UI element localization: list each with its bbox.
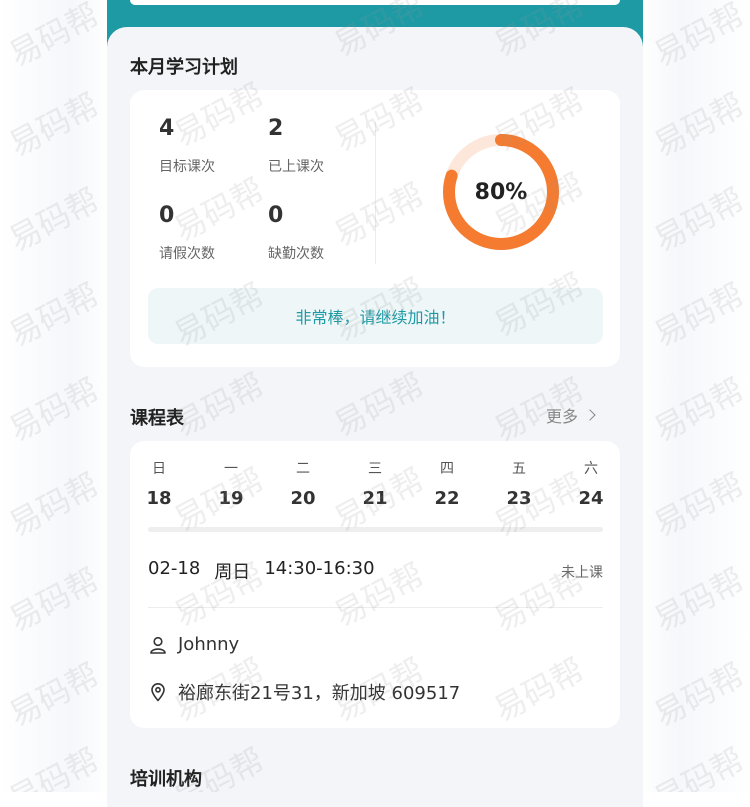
schedule-more-label: 更多 xyxy=(546,407,579,426)
week-day-date: 18 xyxy=(146,488,172,509)
week-day-date: 23 xyxy=(506,488,532,509)
study-plan-title: 本月学习计划 xyxy=(130,57,238,78)
header-card-edge xyxy=(130,0,620,5)
schedule-more-link[interactable]: 更多 xyxy=(546,404,596,426)
week-day-sat[interactable]: 六 24 xyxy=(571,458,611,509)
week-scroll-bar xyxy=(148,527,603,532)
week-day-label: 五 xyxy=(512,461,526,477)
week-day-label: 二 xyxy=(296,461,310,477)
institution-title: 培训机构 xyxy=(130,769,202,790)
target-lessons-label: 目标课次 xyxy=(159,159,215,175)
target-lessons-value: 4 xyxy=(159,116,175,141)
session-teacher-name: Johnny xyxy=(178,634,240,655)
session-teacher-row: Johnny xyxy=(148,634,239,655)
location-pin-icon xyxy=(151,683,165,702)
week-day-label: 六 xyxy=(584,461,598,477)
week-day-sun[interactable]: 日 18 xyxy=(139,458,179,509)
leave-count-value: 0 xyxy=(159,203,175,228)
user-icon xyxy=(150,636,166,654)
week-day-mon[interactable]: 一 19 xyxy=(211,458,251,509)
week-day-fri[interactable]: 五 23 xyxy=(499,458,539,509)
leave-count-label: 请假次数 xyxy=(159,246,215,262)
session-time: 14:30-16:30 xyxy=(264,558,375,579)
attended-lessons-label: 已上课次 xyxy=(268,159,324,175)
session-divider xyxy=(148,607,603,608)
week-day-label: 四 xyxy=(440,461,454,477)
week-day-thu[interactable]: 四 22 xyxy=(427,458,467,509)
week-day-wed[interactable]: 三 21 xyxy=(355,458,395,509)
session-address-row: 裕廊东街21号31，新加坡 609517 xyxy=(148,679,460,705)
absence-count-label: 缺勤次数 xyxy=(268,246,324,262)
stats-divider xyxy=(375,122,376,264)
schedule-title: 课程表 xyxy=(130,408,184,429)
session-address: 裕廊东街21号31，新加坡 609517 xyxy=(178,683,461,704)
absence-count-value: 0 xyxy=(268,203,284,228)
encouragement-banner: 非常棒，请继续加油！ xyxy=(148,288,603,344)
session-weekday: 周日 xyxy=(214,562,251,583)
progress-percent: 80% xyxy=(474,179,528,205)
attended-lessons-value: 2 xyxy=(268,116,284,141)
week-day-date: 21 xyxy=(362,488,388,509)
session-status: 未上课 xyxy=(561,565,603,581)
week-day-tue[interactable]: 二 20 xyxy=(283,458,323,509)
session-datetime: 02-18 周日 14:30-16:30 xyxy=(148,558,375,584)
week-day-label: 三 xyxy=(368,461,382,477)
week-day-date: 19 xyxy=(218,488,244,509)
week-day-date: 24 xyxy=(578,488,604,509)
week-day-date: 22 xyxy=(434,488,460,509)
week-day-label: 一 xyxy=(224,461,238,477)
session-date: 02-18 xyxy=(148,558,201,579)
week-day-label: 日 xyxy=(152,461,166,477)
chevron-right-icon xyxy=(584,409,596,421)
week-day-date: 20 xyxy=(290,488,316,509)
